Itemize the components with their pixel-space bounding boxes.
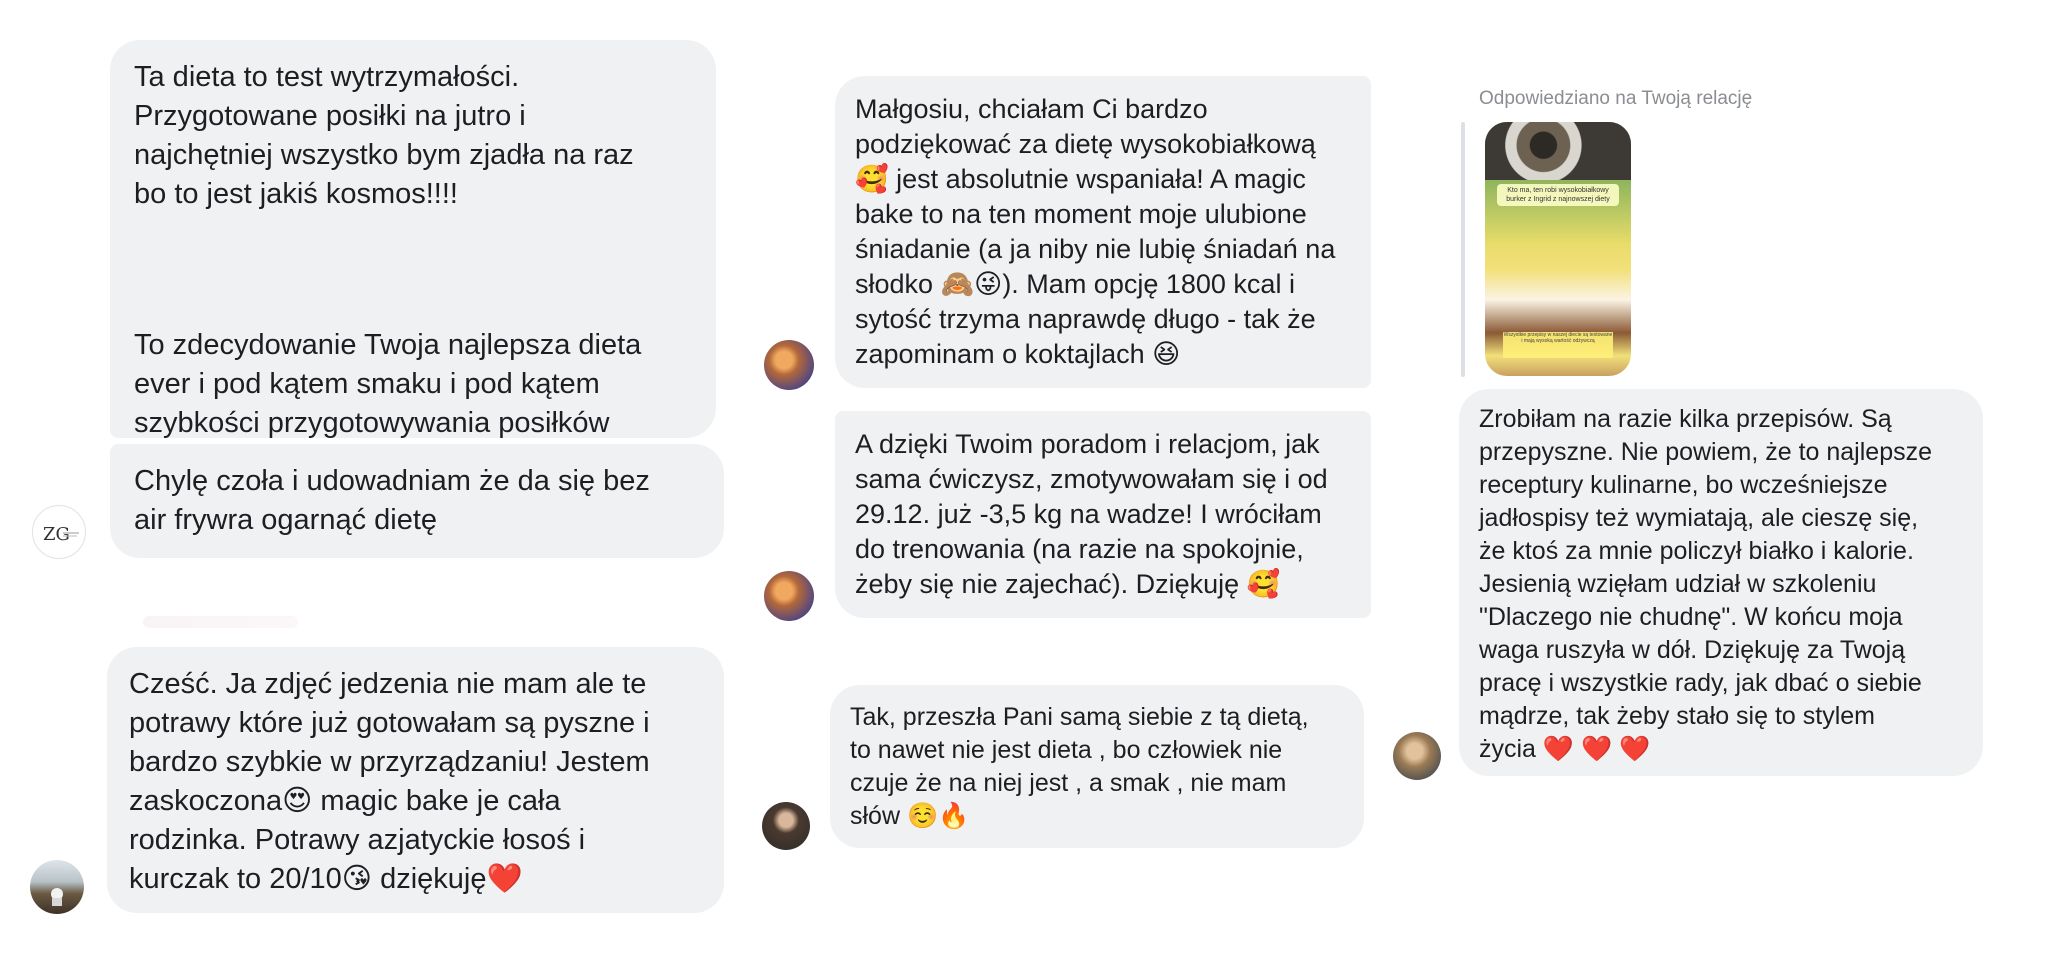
seeds-bowl-image bbox=[1485, 122, 1631, 180]
message-text: Ta dieta to test wytrzymałości. Przygoto… bbox=[134, 61, 634, 210]
avatar-user-2 bbox=[764, 340, 814, 390]
message-text: Tak, przeszła Pani samą siebie z tą diet… bbox=[850, 703, 1309, 830]
message-bubble-1: Ta dieta to test wytrzymałości. Przygoto… bbox=[110, 40, 716, 439]
message-text: Zrobiłam na razie kilka przepisów. Są pr… bbox=[1479, 405, 1933, 763]
story-thumbnail[interactable]: Kto ma, ten robi wysokobiałkowy burker z… bbox=[1485, 122, 1631, 376]
message-text: A dzięki Twoim poradom i relacjom, jak s… bbox=[855, 429, 1328, 599]
message-text: Cześć. Ja zdjęć jedzenia nie mam ale te … bbox=[129, 668, 650, 895]
message-bubble-6: Tak, przeszła Pani samą siebie z tą diet… bbox=[830, 685, 1364, 848]
faded-reaction-strip bbox=[143, 616, 298, 628]
message-bubble-7: Zrobiłam na razie kilka przepisów. Są pr… bbox=[1459, 389, 1983, 776]
message-bubble-5: A dzięki Twoim poradom i relacjom, jak s… bbox=[835, 411, 1371, 618]
svg-text:ZG: ZG bbox=[43, 524, 70, 545]
landscape-icon bbox=[51, 888, 63, 906]
message-bubble-3: Cześć. Ja zdjęć jedzenia nie mam ale te … bbox=[107, 647, 724, 913]
message-text: Małgosiu, chciałam Ci bardzo podziękować… bbox=[855, 94, 1336, 369]
avatar-user-2 bbox=[764, 571, 814, 621]
story-footer: Wszystkie przepisy w naszej diecie są te… bbox=[1503, 332, 1613, 358]
avatar-user-4 bbox=[1393, 732, 1441, 780]
avatar-landscape bbox=[30, 860, 84, 914]
avatar-user-3 bbox=[762, 802, 810, 850]
reply-label: Odpowiedziano na Twoją relację bbox=[1479, 88, 1753, 109]
message-text: Chylę czoła i udowadniam że da się bez a… bbox=[134, 465, 650, 536]
avatar-zg-logo: ZG bbox=[32, 505, 86, 559]
message-bubble-4: Małgosiu, chciałam Ci bardzo podziękować… bbox=[835, 76, 1371, 388]
message-text: To zdecydowanie Twoja najlepsza dieta ev… bbox=[134, 329, 642, 439]
quote-bar bbox=[1461, 122, 1465, 377]
message-bubble-2: Chylę czoła i udowadniam że da się bez a… bbox=[110, 444, 724, 558]
story-caption: Kto ma, ten robi wysokobiałkowy burker z… bbox=[1497, 184, 1619, 206]
zg-logo-icon: ZG bbox=[43, 524, 79, 545]
